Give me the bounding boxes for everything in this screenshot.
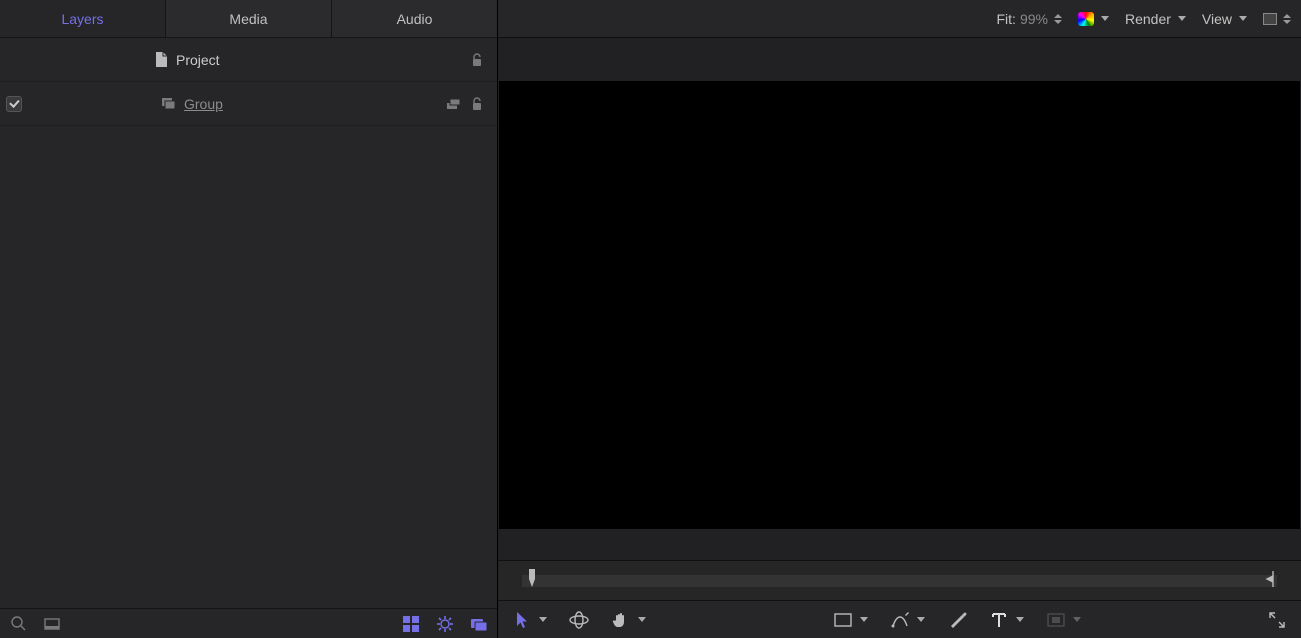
right-panel: Fit: 99% Render View: [498, 0, 1301, 638]
canvas-toolbar: Fit: 99% Render View: [498, 0, 1301, 38]
play-range-out-marker[interactable]: [1265, 571, 1275, 590]
hand-icon: [611, 610, 631, 630]
layer-label: Project: [172, 52, 467, 68]
app-root: Layers Media Audio Project: [0, 0, 1301, 638]
mask-icon[interactable]: [401, 614, 421, 634]
tab-media[interactable]: Media: [166, 0, 332, 37]
bezier-tool[interactable]: [890, 610, 925, 630]
play-range-in-marker[interactable]: [526, 569, 538, 592]
layers-button-icon[interactable]: [443, 94, 463, 114]
rectangle-tool[interactable]: [833, 610, 868, 630]
preview-icon[interactable]: [42, 614, 62, 634]
mask-rectangle-icon: [1046, 610, 1066, 630]
lock-icon[interactable]: [467, 94, 487, 114]
select-tool[interactable]: [512, 610, 547, 630]
zoom-stepper-icon[interactable]: [1054, 14, 1062, 24]
pen-path-icon: [890, 610, 910, 630]
text-tool[interactable]: [989, 610, 1024, 630]
expand-arrows-icon: [1267, 610, 1287, 630]
fit-label: Fit:: [997, 11, 1016, 27]
filters-icon[interactable]: [469, 614, 489, 634]
chevron-down-icon: [860, 617, 868, 622]
search-icon[interactable]: [8, 614, 28, 634]
orbit-3d-icon: [569, 610, 589, 630]
layout-stepper-icon: [1283, 14, 1291, 24]
color-wheel-icon: [1078, 12, 1094, 26]
view-dropdown[interactable]: View: [1202, 11, 1247, 27]
brush-icon: [947, 610, 967, 630]
chevron-down-icon: [1073, 617, 1081, 622]
fullscreen-toggle[interactable]: [1267, 610, 1287, 630]
zoom-control[interactable]: Fit: 99%: [997, 11, 1062, 27]
layer-row-project[interactable]: Project: [0, 38, 497, 82]
stack-icon: [158, 97, 180, 111]
viewport-layout-icon: [1263, 13, 1277, 25]
3d-transform-tool[interactable]: [569, 610, 589, 630]
chevron-down-icon: [1101, 16, 1109, 21]
canvas[interactable]: [499, 81, 1300, 529]
visibility-checkbox[interactable]: [6, 96, 22, 112]
view-layouts-control[interactable]: [1263, 13, 1291, 25]
chevron-down-icon: [1239, 16, 1247, 21]
layer-list: Project Group: [0, 38, 497, 608]
tool-strip: [498, 600, 1301, 638]
chevron-down-icon: [1016, 617, 1024, 622]
render-dropdown[interactable]: Render: [1125, 11, 1186, 27]
mask-rectangle-tool[interactable]: [1046, 610, 1081, 630]
layer-label: Group: [180, 96, 443, 112]
text-t-icon: [989, 610, 1009, 630]
color-channels-dropdown[interactable]: [1078, 12, 1109, 26]
tab-audio[interactable]: Audio: [332, 0, 497, 37]
panel-tabs: Layers Media Audio: [0, 0, 497, 38]
chevron-down-icon: [1178, 16, 1186, 21]
layer-row-group[interactable]: Group: [0, 82, 497, 126]
tab-layers[interactable]: Layers: [0, 0, 166, 37]
left-panel: Layers Media Audio Project: [0, 0, 498, 638]
arrow-cursor-icon: [512, 610, 532, 630]
document-icon: [150, 51, 172, 68]
view-label: View: [1202, 11, 1232, 27]
canvas-area[interactable]: [498, 38, 1301, 560]
rectangle-icon: [833, 610, 853, 630]
pan-tool[interactable]: [611, 610, 646, 630]
chevron-down-icon: [539, 617, 547, 622]
lock-icon[interactable]: [467, 50, 487, 70]
chevron-down-icon: [638, 617, 646, 622]
chevron-down-icon: [917, 617, 925, 622]
left-bottom-bar: [0, 608, 497, 638]
render-label: Render: [1125, 11, 1171, 27]
fit-value: 99%: [1020, 11, 1048, 27]
behaviors-gear-icon[interactable]: [435, 614, 455, 634]
timeline-track[interactable]: [522, 575, 1277, 587]
paint-stroke-tool[interactable]: [947, 610, 967, 630]
mini-timeline[interactable]: [498, 560, 1301, 600]
